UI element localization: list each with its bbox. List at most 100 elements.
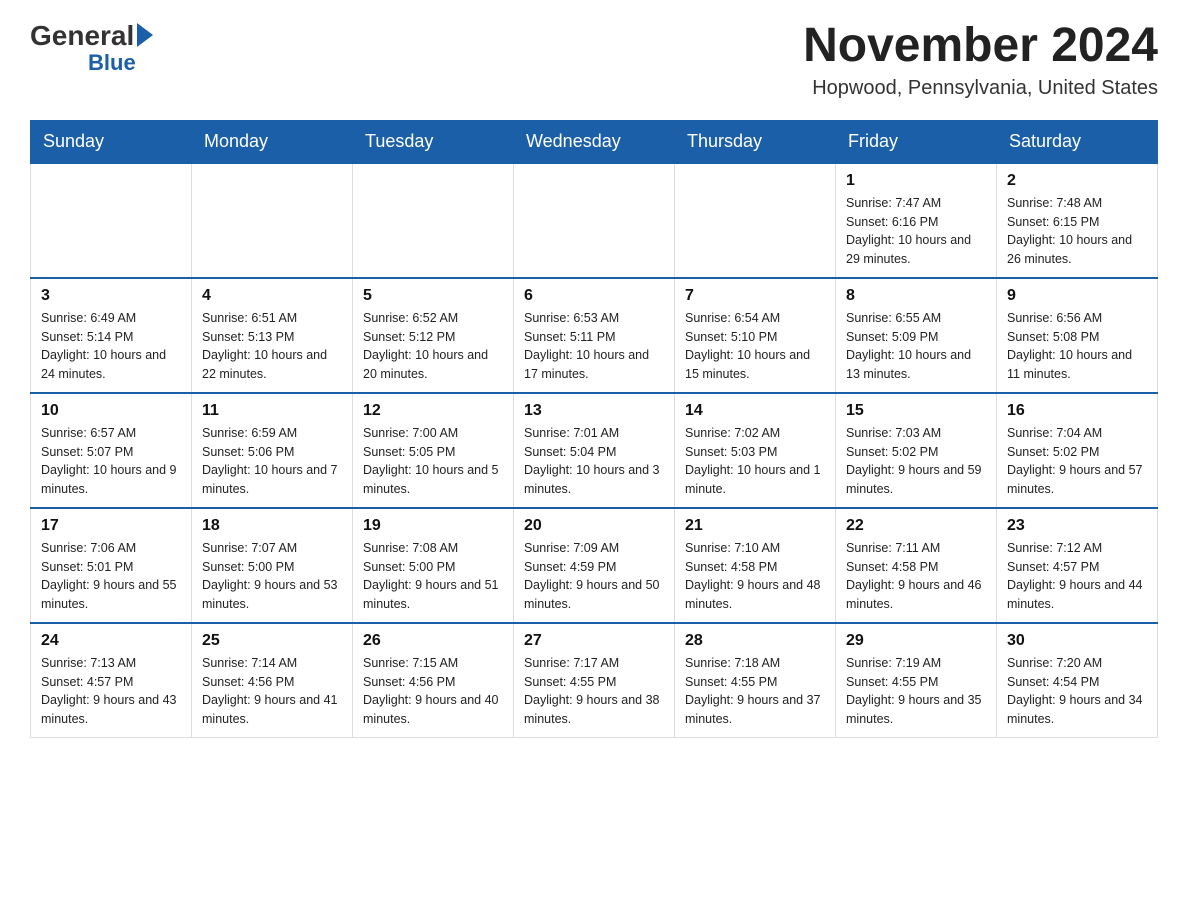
location-text: Hopwood, Pennsylvania, United States (803, 77, 1158, 100)
calendar-cell: 9Sunrise: 6:56 AM Sunset: 5:08 PM Daylig… (997, 278, 1158, 393)
calendar-week-row: 1 Sunrise: 7:47 AM Sunset: 6:16 PM Daylig… (31, 163, 1158, 278)
logo: General Blue (30, 20, 153, 75)
calendar-cell: 2 Sunrise: 7:48 AM Sunset: 6:15 PM Daylig… (997, 163, 1158, 278)
calendar-cell: 21Sunrise: 7:10 AM Sunset: 4:58 PM Dayli… (675, 508, 836, 623)
calendar-cell: 4 Sunrise: 6:51 AM Sunset: 5:13 PM Daylig… (192, 278, 353, 393)
calendar-cell: 28Sunrise: 7:18 AM Sunset: 4:55 PM Dayli… (675, 623, 836, 738)
cell-info: Sunrise: 6:54 AM Sunset: 5:10 PM Dayligh… (685, 309, 825, 384)
calendar-cell: 23 Sunrise: 7:12 AM Sunset: 4:57 PM Dayli… (997, 508, 1158, 623)
calendar-cell: 11 Sunrise: 6:59 AM Sunset: 5:06 PM Dayli… (192, 393, 353, 508)
calendar-week-row: 17 Sunrise: 7:06 AM Sunset: 5:01 PM Dayli… (31, 508, 1158, 623)
day-number: 29 (846, 632, 986, 650)
calendar-cell: 25Sunrise: 7:14 AM Sunset: 4:56 PM Dayli… (192, 623, 353, 738)
cell-info: Sunrise: 7:19 AM Sunset: 4:55 PM Dayligh… (846, 654, 986, 729)
cell-info: Sunrise: 7:13 AM Sunset: 4:57 PM Dayligh… (41, 654, 181, 729)
cell-info: Sunrise: 7:02 AM Sunset: 5:03 PM Dayligh… (685, 424, 825, 499)
cell-info: Sunrise: 7:14 AM Sunset: 4:56 PM Dayligh… (202, 654, 342, 729)
weekday-header-monday: Monday (192, 120, 353, 163)
day-number: 3 (41, 287, 181, 305)
day-number: 26 (363, 632, 503, 650)
calendar-cell: 14 Sunrise: 7:02 AM Sunset: 5:03 PM Dayli… (675, 393, 836, 508)
cell-info: Sunrise: 7:12 AM Sunset: 4:57 PM Dayligh… (1007, 539, 1147, 614)
day-number: 21 (685, 517, 825, 535)
cell-info: Sunrise: 6:53 AM Sunset: 5:11 PM Dayligh… (524, 309, 664, 384)
cell-info: Sunrise: 7:08 AM Sunset: 5:00 PM Dayligh… (363, 539, 503, 614)
day-number: 7 (685, 287, 825, 305)
calendar-cell: 19 Sunrise: 7:08 AM Sunset: 5:00 PM Dayli… (353, 508, 514, 623)
calendar-cell (192, 163, 353, 278)
calendar-cell: 24Sunrise: 7:13 AM Sunset: 4:57 PM Dayli… (31, 623, 192, 738)
calendar-cell: 17 Sunrise: 7:06 AM Sunset: 5:01 PM Dayli… (31, 508, 192, 623)
calendar-cell: 29 Sunrise: 7:19 AM Sunset: 4:55 PM Dayli… (836, 623, 997, 738)
calendar-cell: 8Sunrise: 6:55 AM Sunset: 5:09 PM Daylig… (836, 278, 997, 393)
weekday-header-friday: Friday (836, 120, 997, 163)
day-number: 19 (363, 517, 503, 535)
title-section: November 2024 Hopwood, Pennsylvania, Uni… (803, 20, 1158, 100)
day-number: 23 (1007, 517, 1147, 535)
cell-info: Sunrise: 7:00 AM Sunset: 5:05 PM Dayligh… (363, 424, 503, 499)
calendar-cell: 7 Sunrise: 6:54 AM Sunset: 5:10 PM Daylig… (675, 278, 836, 393)
logo-blue-text: Blue (88, 50, 136, 75)
cell-info: Sunrise: 7:47 AM Sunset: 6:16 PM Dayligh… (846, 194, 986, 269)
calendar-cell: 3 Sunrise: 6:49 AM Sunset: 5:14 PM Daylig… (31, 278, 192, 393)
day-number: 2 (1007, 172, 1147, 190)
day-number: 27 (524, 632, 664, 650)
cell-info: Sunrise: 7:06 AM Sunset: 5:01 PM Dayligh… (41, 539, 181, 614)
cell-info: Sunrise: 6:49 AM Sunset: 5:14 PM Dayligh… (41, 309, 181, 384)
calendar-cell: 15Sunrise: 7:03 AM Sunset: 5:02 PM Dayli… (836, 393, 997, 508)
logo-general-text: General (30, 20, 134, 52)
cell-info: Sunrise: 7:20 AM Sunset: 4:54 PM Dayligh… (1007, 654, 1147, 729)
day-number: 28 (685, 632, 825, 650)
weekday-header-row: SundayMondayTuesdayWednesdayThursdayFrid… (31, 120, 1158, 163)
calendar-cell: 16 Sunrise: 7:04 AM Sunset: 5:02 PM Dayli… (997, 393, 1158, 508)
day-number: 17 (41, 517, 181, 535)
calendar-cell: 10Sunrise: 6:57 AM Sunset: 5:07 PM Dayli… (31, 393, 192, 508)
cell-info: Sunrise: 7:15 AM Sunset: 4:56 PM Dayligh… (363, 654, 503, 729)
calendar-cell: 27 Sunrise: 7:17 AM Sunset: 4:55 PM Dayli… (514, 623, 675, 738)
day-number: 4 (202, 287, 342, 305)
calendar-cell (353, 163, 514, 278)
cell-info: Sunrise: 6:55 AM Sunset: 5:09 PM Dayligh… (846, 309, 986, 384)
day-number: 22 (846, 517, 986, 535)
calendar-cell: 20 Sunrise: 7:09 AM Sunset: 4:59 PM Dayli… (514, 508, 675, 623)
cell-info: Sunrise: 6:59 AM Sunset: 5:06 PM Dayligh… (202, 424, 342, 499)
cell-info: Sunrise: 7:48 AM Sunset: 6:15 PM Dayligh… (1007, 194, 1147, 269)
cell-info: Sunrise: 7:11 AM Sunset: 4:58 PM Dayligh… (846, 539, 986, 614)
day-number: 13 (524, 402, 664, 420)
cell-info: Sunrise: 6:52 AM Sunset: 5:12 PM Dayligh… (363, 309, 503, 384)
weekday-header-thursday: Thursday (675, 120, 836, 163)
day-number: 30 (1007, 632, 1147, 650)
cell-info: Sunrise: 6:51 AM Sunset: 5:13 PM Dayligh… (202, 309, 342, 384)
day-number: 14 (685, 402, 825, 420)
month-title: November 2024 (803, 20, 1158, 73)
calendar-cell: 18 Sunrise: 7:07 AM Sunset: 5:00 PM Dayli… (192, 508, 353, 623)
day-number: 12 (363, 402, 503, 420)
day-number: 18 (202, 517, 342, 535)
calendar-cell: 13Sunrise: 7:01 AM Sunset: 5:04 PM Dayli… (514, 393, 675, 508)
calendar-cell (675, 163, 836, 278)
weekday-header-tuesday: Tuesday (353, 120, 514, 163)
cell-info: Sunrise: 7:09 AM Sunset: 4:59 PM Dayligh… (524, 539, 664, 614)
weekday-header-saturday: Saturday (997, 120, 1158, 163)
day-number: 16 (1007, 402, 1147, 420)
calendar-cell: 6 Sunrise: 6:53 AM Sunset: 5:11 PM Daylig… (514, 278, 675, 393)
calendar-table: SundayMondayTuesdayWednesdayThursdayFrid… (30, 120, 1158, 738)
cell-info: Sunrise: 7:17 AM Sunset: 4:55 PM Dayligh… (524, 654, 664, 729)
cell-info: Sunrise: 7:07 AM Sunset: 5:00 PM Dayligh… (202, 539, 342, 614)
cell-info: Sunrise: 6:57 AM Sunset: 5:07 PM Dayligh… (41, 424, 181, 499)
day-number: 5 (363, 287, 503, 305)
calendar-cell: 12 Sunrise: 7:00 AM Sunset: 5:05 PM Dayli… (353, 393, 514, 508)
day-number: 11 (202, 402, 342, 420)
calendar-cell: 1 Sunrise: 7:47 AM Sunset: 6:16 PM Daylig… (836, 163, 997, 278)
calendar-cell: 22 Sunrise: 7:11 AM Sunset: 4:58 PM Dayli… (836, 508, 997, 623)
day-number: 1 (846, 172, 986, 190)
weekday-header-wednesday: Wednesday (514, 120, 675, 163)
calendar-week-row: 3 Sunrise: 6:49 AM Sunset: 5:14 PM Daylig… (31, 278, 1158, 393)
calendar-cell (31, 163, 192, 278)
day-number: 20 (524, 517, 664, 535)
day-number: 6 (524, 287, 664, 305)
calendar-cell: 30 Sunrise: 7:20 AM Sunset: 4:54 PM Dayli… (997, 623, 1158, 738)
cell-info: Sunrise: 7:04 AM Sunset: 5:02 PM Dayligh… (1007, 424, 1147, 499)
weekday-header-sunday: Sunday (31, 120, 192, 163)
day-number: 15 (846, 402, 986, 420)
